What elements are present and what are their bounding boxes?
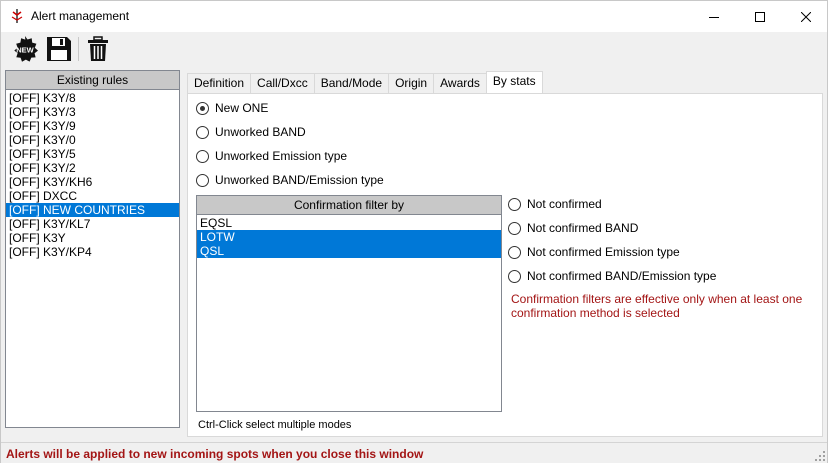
tab-band-mode[interactable]: Band/Mode: [313, 73, 390, 93]
confirmation-filter-header: Confirmation filter by: [196, 195, 502, 214]
radio-button[interactable]: [196, 125, 209, 139]
svg-text:NEW: NEW: [16, 46, 34, 55]
radio-new-one[interactable]: New ONE: [196, 100, 268, 116]
radio-not-confirmed[interactable]: Not confirmed: [508, 196, 602, 212]
trash-icon: [88, 36, 108, 61]
radio-button[interactable]: [508, 245, 521, 259]
radio-not-confirmed-band[interactable]: Not confirmed BAND: [508, 220, 638, 236]
title-bar: Alert management: [1, 1, 827, 32]
radio-button[interactable]: [196, 149, 209, 163]
radio-button[interactable]: [508, 221, 521, 235]
radio-label: Unworked BAND/Emission type: [215, 173, 384, 187]
rule-item[interactable]: [OFF] K3Y/0: [6, 133, 179, 147]
rule-item[interactable]: [OFF] K3Y/9: [6, 119, 179, 133]
radio-button-checked[interactable]: [196, 101, 209, 115]
radio-button[interactable]: [196, 173, 209, 187]
radio-button[interactable]: [508, 269, 521, 283]
rule-item[interactable]: [OFF] K3Y/KH6: [6, 175, 179, 189]
status-message: Alerts will be applied to new incoming s…: [6, 447, 424, 461]
radio-unworked-band[interactable]: Unworked BAND: [196, 124, 306, 140]
close-button[interactable]: [783, 1, 828, 32]
rule-item[interactable]: [OFF] K3Y/5: [6, 147, 179, 161]
rule-item[interactable]: [OFF] K3Y/3: [6, 105, 179, 119]
new-rule-button[interactable]: NEW: [11, 35, 39, 63]
toolbar-separator: [78, 37, 79, 61]
radio-label: Unworked Emission type: [215, 149, 348, 163]
tab-call-dxcc[interactable]: Call/Dxcc: [250, 73, 315, 93]
tab-awards[interactable]: Awards: [433, 73, 487, 93]
minimize-button[interactable]: [691, 1, 737, 32]
rule-item[interactable]: [OFF] K3Y/8: [6, 91, 179, 105]
rule-item[interactable]: [OFF] K3Y/KL7: [6, 217, 179, 231]
minimize-icon: [709, 16, 719, 18]
rule-item[interactable]: [OFF] K3Y/KP4: [6, 245, 179, 259]
multi-select-hint: Ctrl-Click select multiple modes: [198, 419, 352, 431]
radio-label: Not confirmed BAND/Emission type: [527, 269, 717, 283]
rule-item-selected[interactable]: [OFF] NEW COUNTRIES: [6, 203, 179, 217]
save-icon: [47, 37, 71, 61]
radio-label: Not confirmed BAND: [527, 221, 639, 235]
radio-label: Not confirmed: [527, 197, 602, 211]
window-title: Alert management: [31, 9, 130, 23]
radio-unworked-band-emission[interactable]: Unworked BAND/Emission type: [196, 172, 384, 188]
status-bar: Alerts will be applied to new incoming s…: [1, 442, 827, 463]
resize-grip-icon[interactable]: [815, 451, 825, 461]
rule-item[interactable]: [OFF] K3Y/2: [6, 161, 179, 175]
toolbar: NEW: [1, 32, 827, 66]
rule-item[interactable]: [OFF] DXCC: [6, 189, 179, 203]
tab-origin[interactable]: Origin: [388, 73, 435, 93]
radio-not-confirmed-band-emission[interactable]: Not confirmed BAND/Emission type: [508, 268, 716, 284]
alert-management-window: Alert management NEW Existing rules [OFF…: [0, 0, 828, 463]
app-icon: [9, 8, 25, 24]
radio-button[interactable]: [508, 197, 521, 211]
confirmation-note: Confirmation filters are effective only …: [511, 292, 803, 320]
existing-rules-header: Existing rules: [5, 70, 180, 89]
confirmation-item-eqsl[interactable]: EQSL: [197, 216, 501, 230]
save-button[interactable]: [45, 35, 73, 63]
confirmation-item-lotw[interactable]: LOTW: [197, 230, 501, 244]
tab-definition[interactable]: Definition: [187, 73, 252, 93]
new-rule-icon: NEW: [14, 36, 39, 62]
confirmation-filter-list[interactable]: EQSL LOTW QSL: [196, 214, 502, 412]
maximize-button[interactable]: [737, 1, 783, 32]
tab-by-stats[interactable]: By stats: [485, 71, 543, 93]
radio-label: Not confirmed Emission type: [527, 245, 680, 259]
close-icon: [801, 11, 811, 22]
tab-strip: Definition Call/Dxcc Band/Mode Origin Aw…: [187, 71, 543, 93]
radio-label: Unworked BAND: [215, 125, 306, 139]
existing-rules-list[interactable]: [OFF] K3Y/8 [OFF] K3Y/3 [OFF] K3Y/9 [OFF…: [5, 89, 180, 428]
radio-not-confirmed-emission[interactable]: Not confirmed Emission type: [508, 244, 680, 260]
maximize-icon: [755, 11, 765, 22]
radio-unworked-emission[interactable]: Unworked Emission type: [196, 148, 347, 164]
delete-button[interactable]: [84, 35, 112, 63]
rule-item[interactable]: [OFF] K3Y: [6, 231, 179, 245]
confirmation-item-qsl[interactable]: QSL: [197, 244, 501, 258]
radio-label: New ONE: [215, 101, 269, 115]
